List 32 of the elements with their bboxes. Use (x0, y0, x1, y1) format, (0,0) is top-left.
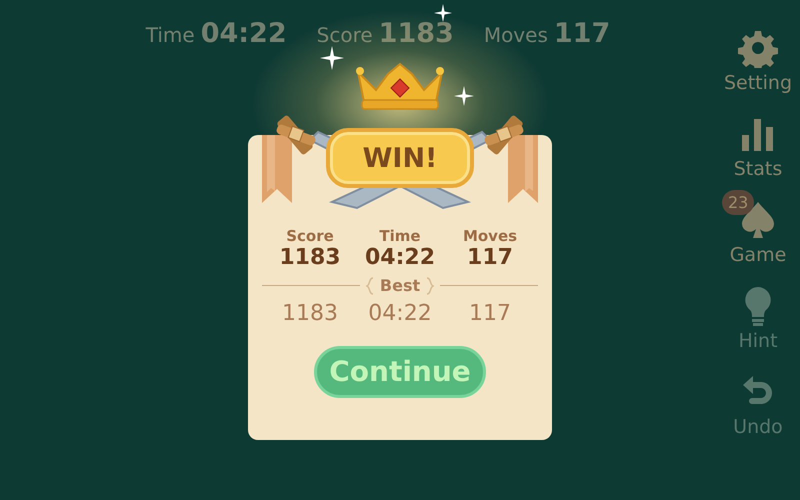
hud-value: 04:22 (200, 18, 287, 49)
hud-label: Moves (484, 23, 548, 47)
stat-value: 04:22 (364, 245, 436, 270)
sparkle-icon (320, 46, 344, 70)
hud-label: Time (146, 23, 195, 47)
win-title: WIN! (326, 128, 474, 188)
hud-value: 117 (554, 18, 610, 49)
stat-value: 1183 (278, 245, 342, 270)
sidebar-button[interactable]: Stats (716, 104, 800, 180)
best-value: 1183 (281, 301, 339, 326)
sidebar-button[interactable]: Setting (716, 18, 800, 94)
lightbulb-icon (743, 285, 773, 327)
hud-label: Score (316, 23, 373, 47)
count-badge: 23 (722, 190, 754, 215)
sparkle-icon (434, 4, 452, 22)
best-value: 04:22 (367, 301, 433, 326)
best-label: Best (380, 276, 420, 295)
hud-value: 1183 (378, 18, 454, 49)
sidebar-button[interactable]: Game 23 (716, 190, 800, 266)
stat-label: Time (378, 227, 422, 245)
right-brace-icon (426, 276, 434, 294)
gear-icon (738, 28, 778, 68)
sparkle-icon (454, 86, 474, 106)
ribbon-icon (508, 135, 538, 203)
stat-value: 117 (466, 245, 514, 270)
best-value: 117 (468, 301, 512, 326)
stat-label: Score (285, 227, 335, 245)
left-brace-icon (366, 276, 374, 294)
ribbon-icon (262, 135, 292, 203)
stat-label: Moves (462, 227, 518, 245)
crown-icon (354, 62, 446, 112)
continue-button[interactable]: Continue (314, 346, 486, 398)
